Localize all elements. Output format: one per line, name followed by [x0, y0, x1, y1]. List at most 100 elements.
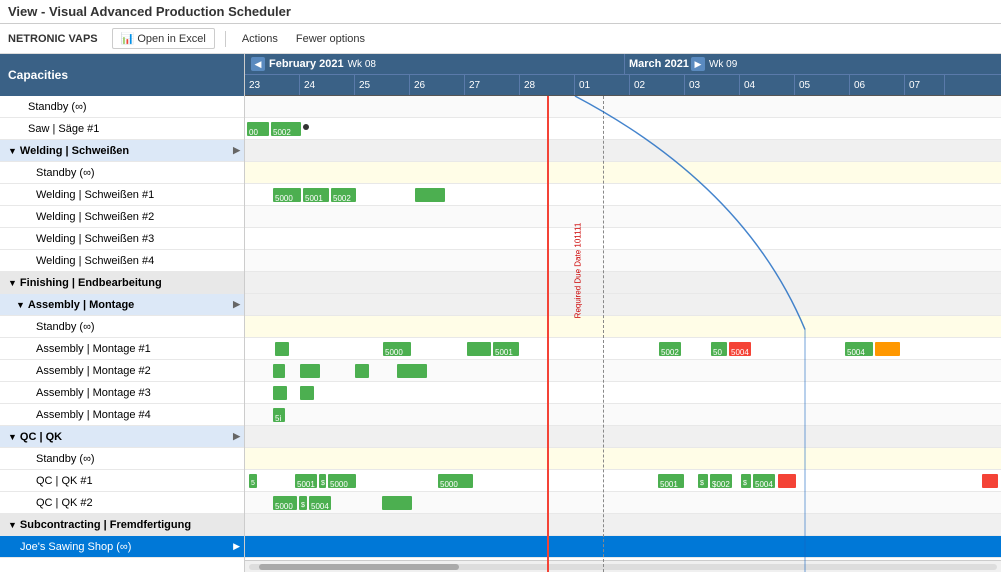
a1-bar8-label: 5004	[847, 348, 865, 357]
gantt-row-standby-qc	[245, 448, 1001, 470]
a3-bar1[interactable]	[273, 386, 287, 400]
day-23: 23	[245, 75, 300, 96]
saw-bar-1[interactable]: 00	[247, 122, 269, 136]
expand-icon-assembly: ▼	[16, 300, 25, 310]
gantt-row-qc-2: 5000 $ 5004	[245, 492, 1001, 514]
qc1-bar2[interactable]: 5001	[295, 474, 317, 488]
qc1-bar4[interactable]: 5000	[328, 474, 356, 488]
w1-bar1[interactable]: 5000	[273, 188, 301, 202]
day-06: 06	[850, 75, 905, 96]
qc1-bar10-label: 5004	[755, 480, 773, 489]
a1-bar5[interactable]: 5002	[659, 342, 681, 356]
tree-row-welding-3[interactable]: Welding | Schweißen #3	[0, 228, 244, 250]
a1-bar8[interactable]: 5004	[845, 342, 873, 356]
tree-row-welding-1[interactable]: Welding | Schweißen #1	[0, 184, 244, 206]
saw-bar-2[interactable]: 5002	[271, 122, 301, 136]
a1-bar1[interactable]	[275, 342, 289, 356]
a1-bar6[interactable]: 50	[711, 342, 727, 356]
horizontal-scrollbar[interactable]	[245, 560, 1001, 572]
a1-bar3[interactable]	[467, 342, 491, 356]
qc1-bar7[interactable]: $	[698, 474, 708, 488]
w1-bar2[interactable]: 5001	[303, 188, 329, 202]
saw-bar-2-label: 5002	[273, 128, 291, 137]
tree-row-welding-4[interactable]: Welding | Schweißen #4	[0, 250, 244, 272]
qc2-bar4[interactable]	[382, 496, 412, 510]
tree-row-subcontracting-group[interactable]: ▼ Subcontracting | Fremdfertigung	[0, 514, 244, 536]
gantt-row-saw-1: 00 5002	[245, 118, 1001, 140]
main-area: Capacities Standby (∞) Saw | Säge #1 ▼ W…	[0, 54, 1001, 572]
a2-bar1[interactable]	[273, 364, 285, 378]
next-month-arrow[interactable]: ▶	[691, 57, 705, 71]
fewer-options-button[interactable]: Fewer options	[290, 30, 371, 48]
actions-button[interactable]: Actions	[236, 30, 284, 48]
qc1-bar6[interactable]: 5001	[658, 474, 684, 488]
tree-container[interactable]: Standby (∞) Saw | Säge #1 ▼ Welding | Sc…	[0, 96, 244, 572]
tree-row-standby-welding[interactable]: Standby (∞)	[0, 162, 244, 184]
gantt-row-finishing-group	[245, 272, 1001, 294]
qc1-bar8-label: $002	[712, 480, 730, 489]
expand-icon-subcontracting: ▼	[8, 520, 17, 530]
a4-bar1[interactable]: 5i	[273, 408, 285, 422]
w1-bar4[interactable]	[415, 188, 445, 202]
qc2-bar1[interactable]: 5000	[273, 496, 297, 510]
qc1-bar1[interactable]: 5	[249, 474, 257, 488]
qc1-bar4-label: 5000	[330, 480, 348, 489]
day-04: 04	[740, 75, 795, 96]
tree-row-welding-2[interactable]: Welding | Schweißen #2	[0, 206, 244, 228]
tree-row-assembly-1[interactable]: Assembly | Montage #1	[0, 338, 244, 360]
a2-bar2[interactable]	[300, 364, 320, 378]
tree-row-qc-2[interactable]: QC | QK #2	[0, 492, 244, 514]
tree-row-assembly-3[interactable]: Assembly | Montage #3	[0, 382, 244, 404]
day-27: 27	[465, 75, 520, 96]
tree-row-assembly-2[interactable]: Assembly | Montage #2	[0, 360, 244, 382]
scrollbar-thumb[interactable]	[259, 564, 459, 570]
gantt-body[interactable]: Required Due Date 101111 00 5002	[245, 96, 1001, 572]
qc1-bar3[interactable]: $	[319, 474, 326, 488]
prev-month-arrow[interactable]: ◀	[251, 57, 265, 71]
qc1-bar8[interactable]: $002	[710, 474, 732, 488]
month-row: ◀ February 2021 Wk 08 March 2021 ▶ Wk 09	[245, 54, 1001, 75]
tree-row-assembly-group[interactable]: ▼ Assembly | Montage ▶	[0, 294, 244, 316]
tree-row-assembly-4[interactable]: Assembly | Montage #4	[0, 404, 244, 426]
qc1-bar10[interactable]: 5004	[753, 474, 775, 488]
tree-row-standby-qc[interactable]: Standby (∞)	[0, 448, 244, 470]
qc1-bar5[interactable]: 5000	[438, 474, 473, 488]
w1-bar3[interactable]: 5002	[331, 188, 356, 202]
day-25: 25	[355, 75, 410, 96]
a2-bar4[interactable]	[397, 364, 427, 378]
tree-row-standby-assembly[interactable]: Standby (∞)	[0, 316, 244, 338]
qc1-bar9-label: $	[743, 480, 747, 487]
a1-bar4[interactable]: 5001	[493, 342, 519, 356]
gantt-row-welding-4	[245, 250, 1001, 272]
a1-bar9[interactable]	[875, 342, 900, 356]
qc2-bar3-label: 5004	[311, 502, 329, 511]
arrow-right-qc: ▶	[233, 431, 240, 442]
a1-bar7[interactable]: 5004	[729, 342, 751, 356]
qc1-bar9[interactable]: $	[741, 474, 751, 488]
tree-row-saw-1[interactable]: Saw | Säge #1	[0, 118, 244, 140]
gantt-row-joes-sawing	[245, 536, 1001, 558]
tree-row-standby-saw[interactable]: Standby (∞)	[0, 96, 244, 118]
qc1-bar3-label: $	[321, 480, 325, 487]
a1-bar2[interactable]: 5000	[383, 342, 411, 356]
qc1-bar-red2[interactable]	[982, 474, 998, 488]
open-excel-button[interactable]: 📊 Open in Excel	[112, 28, 215, 49]
a2-bar3[interactable]	[355, 364, 369, 378]
qc2-bar2-label: $	[301, 502, 305, 509]
expand-icon-qc: ▼	[8, 432, 17, 442]
day-24: 24	[300, 75, 355, 96]
tree-row-qc-group[interactable]: ▼ QC | QK ▶	[0, 426, 244, 448]
qc2-bar3[interactable]: 5004	[309, 496, 331, 510]
qc1-bar-red[interactable]	[778, 474, 796, 488]
qc2-bar2[interactable]: $	[299, 496, 307, 510]
gantt-panel: ◀ February 2021 Wk 08 March 2021 ▶ Wk 09…	[245, 54, 1001, 572]
tree-row-welding-group[interactable]: ▼ Welding | Schweißen ▶	[0, 140, 244, 162]
gantt-row-subcontracting-group	[245, 514, 1001, 536]
wk08-label: Wk 08	[348, 59, 376, 70]
capacities-header: Capacities	[0, 54, 244, 96]
tree-row-qc-1[interactable]: QC | QK #1	[0, 470, 244, 492]
gantt-row-assembly-1: 5000 5001 5002 50 5004	[245, 338, 1001, 360]
a3-bar2[interactable]	[300, 386, 314, 400]
tree-row-joes-sawing[interactable]: Joe's Sawing Shop (∞) ▶	[0, 536, 244, 558]
tree-row-finishing-group[interactable]: ▼ Finishing | Endbearbeitung	[0, 272, 244, 294]
